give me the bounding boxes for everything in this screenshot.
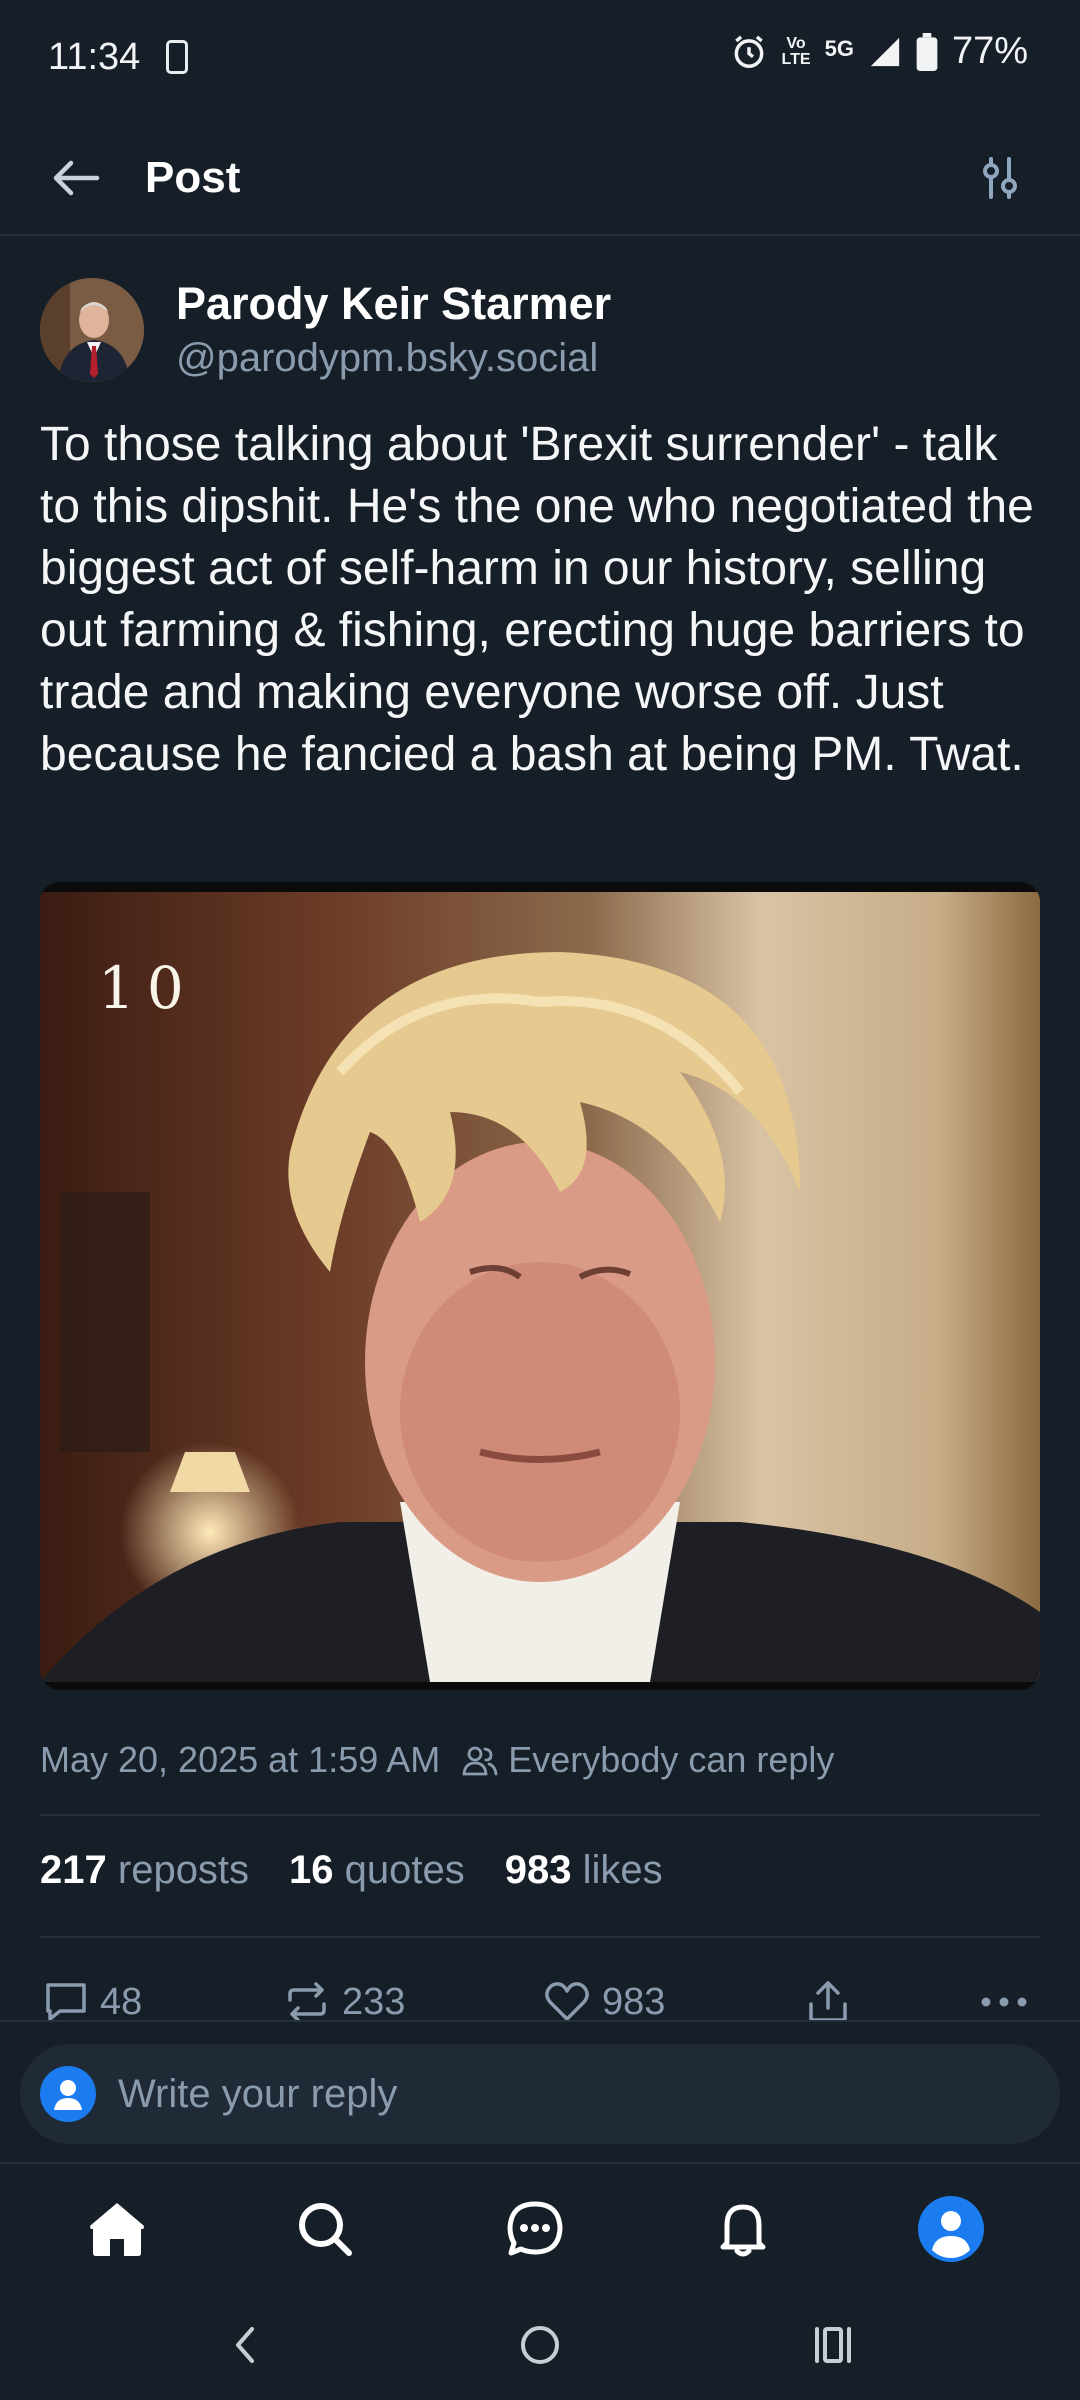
system-back-button[interactable] xyxy=(210,2310,280,2380)
post-timestamp: May 20, 2025 at 1:59 AM xyxy=(40,1739,441,1780)
system-recents-button[interactable] xyxy=(798,2310,868,2380)
divider xyxy=(40,1936,1040,1938)
share-icon xyxy=(809,1981,847,2022)
repost-icon xyxy=(288,1982,326,2022)
post-text: To those talking about 'Brexit surrender… xyxy=(40,418,1034,781)
repost-count: 233 xyxy=(342,1980,406,2023)
sim-icon xyxy=(166,40,188,74)
reposts-label: reposts xyxy=(117,1848,250,1892)
user-avatar xyxy=(40,2066,96,2122)
quotes-stat[interactable]: 16 quotes xyxy=(289,1848,465,1893)
post-image[interactable]: 10 xyxy=(40,882,1040,1690)
system-navigation xyxy=(0,2286,1080,2400)
volte-indicator: Vo LTE xyxy=(781,34,811,68)
comment-icon xyxy=(46,1983,86,2021)
profile-icon xyxy=(918,2196,984,2262)
reply-input[interactable]: Write your reply xyxy=(20,2044,1060,2144)
author-avatar[interactable] xyxy=(40,278,144,382)
quotes-count: 16 xyxy=(289,1848,334,1892)
battery-icon xyxy=(916,32,938,71)
bell-icon xyxy=(720,2204,766,2257)
author-name[interactable]: Parody Keir Starmer xyxy=(176,278,611,330)
image-overlay-text: 10 xyxy=(98,954,196,1022)
chevron-left-icon xyxy=(236,2327,254,2363)
quotes-label: quotes xyxy=(344,1848,465,1892)
search-icon xyxy=(299,2203,352,2256)
people-icon xyxy=(462,1746,498,1776)
image-content: 10 xyxy=(40,892,1040,1682)
nav-profile[interactable] xyxy=(916,2194,986,2264)
nav-notifications[interactable] xyxy=(708,2194,778,2264)
nav-chat[interactable] xyxy=(500,2194,570,2264)
lte-label: LTE xyxy=(781,50,811,68)
reply-count: 48 xyxy=(100,1980,143,2023)
nav-search[interactable] xyxy=(290,2194,360,2264)
likes-label: likes xyxy=(582,1848,663,1892)
sliders-icon xyxy=(983,157,1017,199)
circle-icon xyxy=(521,2326,559,2364)
post-author: Parody Keir Starmer @parodypm.bsky.socia… xyxy=(40,278,1040,388)
home-icon xyxy=(90,2203,144,2256)
status-icons: Vo LTE 5G 77% xyxy=(730,30,1028,73)
reply-composer: Write your reply xyxy=(0,2020,1080,2162)
back-button[interactable] xyxy=(44,148,108,208)
volte-label: Vo xyxy=(786,34,806,52)
arrow-left-icon xyxy=(53,160,100,196)
like-count: 983 xyxy=(602,1980,666,2023)
likes-count: 983 xyxy=(504,1848,572,1892)
post-stats: 217 reposts 16 quotes 983 likes xyxy=(40,1848,663,1893)
heart-icon xyxy=(545,1982,589,2021)
alarm-icon xyxy=(734,35,763,68)
system-home-button[interactable] xyxy=(505,2310,575,2380)
nav-home[interactable] xyxy=(82,2194,152,2264)
divider xyxy=(40,1814,1040,1816)
status-bar: 11:34 Vo LTE 5G 77% xyxy=(0,0,1080,118)
author-handle[interactable]: @parodypm.bsky.social xyxy=(176,336,598,381)
reposts-count: 217 xyxy=(40,1848,107,1892)
chat-icon xyxy=(507,2201,563,2256)
person-icon xyxy=(54,2080,82,2110)
bottom-nav xyxy=(0,2162,1080,2286)
post-header: Post xyxy=(0,118,1080,236)
signal-icon xyxy=(870,37,900,66)
likes-stat[interactable]: 983 likes xyxy=(505,1848,663,1893)
page-title: Post xyxy=(145,153,241,202)
post-meta: May 20, 2025 at 1:59 AM Everybody can re… xyxy=(40,1734,1040,1786)
reposts-stat[interactable]: 217 reposts xyxy=(40,1848,249,1893)
ellipsis-icon xyxy=(981,1997,1027,2007)
recents-icon xyxy=(815,2327,851,2363)
reply-setting[interactable]: Everybody can reply xyxy=(462,1739,834,1781)
reply-placeholder: Write your reply xyxy=(118,2071,398,2116)
status-time: 11:34 xyxy=(48,36,141,78)
reply-setting-label: Everybody can reply xyxy=(508,1739,835,1780)
network-type: 5G xyxy=(824,36,854,61)
battery-level: 77% xyxy=(951,30,1028,72)
thread-settings-button[interactable] xyxy=(970,148,1030,208)
